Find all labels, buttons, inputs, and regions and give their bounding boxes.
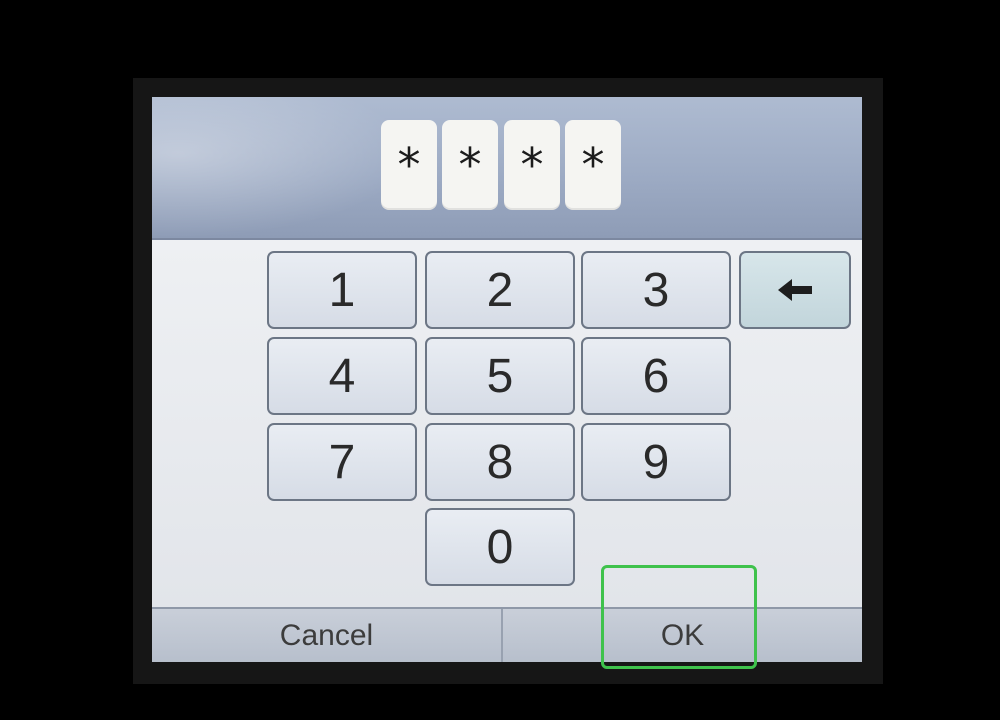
ok-highlight-box: [601, 565, 757, 669]
key-4[interactable]: 4: [267, 337, 417, 415]
pin-digit-1: *: [381, 120, 437, 210]
key-6[interactable]: 6: [581, 337, 731, 415]
key-5[interactable]: 5: [425, 337, 575, 415]
backspace-button[interactable]: [739, 251, 851, 329]
key-3[interactable]: 3: [581, 251, 731, 329]
keypad: 1 2 3 4 5 6 7 8 9 0: [152, 240, 862, 607]
key-9[interactable]: 9: [581, 423, 731, 501]
pin-digit-3: *: [504, 120, 560, 210]
pin-bar-glare: [152, 97, 412, 238]
pin-digit-2: *: [442, 120, 498, 210]
key-0[interactable]: 0: [425, 508, 575, 586]
arrow-left-icon: [778, 279, 812, 301]
cancel-button[interactable]: Cancel: [152, 609, 501, 662]
pin-digit-4: *: [565, 120, 621, 210]
key-1[interactable]: 1: [267, 251, 417, 329]
key-2[interactable]: 2: [425, 251, 575, 329]
key-7[interactable]: 7: [267, 423, 417, 501]
key-8[interactable]: 8: [425, 423, 575, 501]
pin-display-bar: * * * *: [152, 97, 862, 240]
